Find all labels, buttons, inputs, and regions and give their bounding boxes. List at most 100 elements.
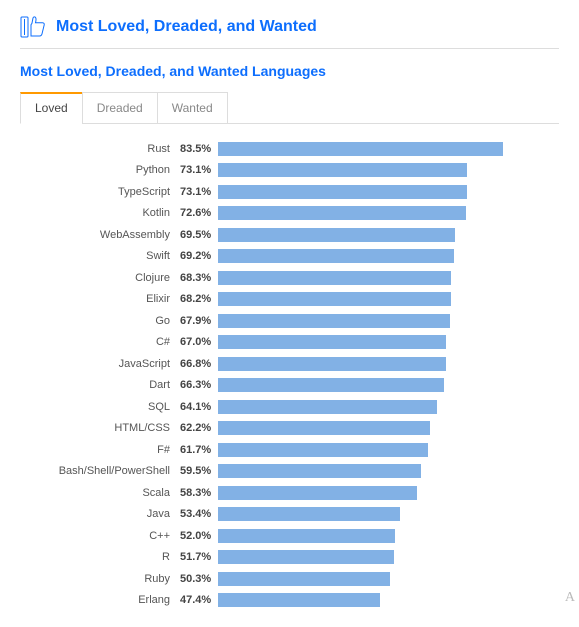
chart-row: Clojure68.3% bbox=[20, 267, 559, 289]
row-value: 66.8% bbox=[180, 358, 218, 370]
chart-row: C++52.0% bbox=[20, 525, 559, 547]
bar-fill bbox=[218, 314, 450, 328]
tab-bar: Loved Dreaded Wanted bbox=[20, 91, 559, 124]
row-value: 52.0% bbox=[180, 530, 218, 542]
row-value: 66.3% bbox=[180, 379, 218, 391]
row-label: WebAssembly bbox=[20, 229, 180, 241]
row-label: JavaScript bbox=[20, 358, 180, 370]
tab-wanted[interactable]: Wanted bbox=[157, 92, 228, 124]
chart-row: HTML/CSS62.2% bbox=[20, 418, 559, 440]
row-value: 51.7% bbox=[180, 551, 218, 563]
tab-label: Dreaded bbox=[97, 101, 143, 115]
row-label: Ruby bbox=[20, 573, 180, 585]
bar-fill bbox=[218, 163, 467, 177]
row-label: Swift bbox=[20, 250, 180, 262]
row-label: HTML/CSS bbox=[20, 422, 180, 434]
tab-dreaded[interactable]: Dreaded bbox=[82, 92, 158, 124]
subsection-title: Most Loved, Dreaded, and Wanted Language… bbox=[20, 63, 559, 79]
row-value: 73.1% bbox=[180, 186, 218, 198]
chart-row: Python73.1% bbox=[20, 160, 559, 182]
bar-fill bbox=[218, 228, 455, 242]
chart-row: Java53.4% bbox=[20, 504, 559, 526]
bar-fill bbox=[218, 142, 503, 156]
bar-fill bbox=[218, 292, 451, 306]
bar-track bbox=[218, 206, 559, 220]
row-label: Kotlin bbox=[20, 207, 180, 219]
row-label: Python bbox=[20, 164, 180, 176]
tab-loved[interactable]: Loved bbox=[20, 92, 83, 124]
bar-track bbox=[218, 228, 559, 242]
chart-row: F#61.7% bbox=[20, 439, 559, 461]
row-label: R bbox=[20, 551, 180, 563]
chart-row: Elixir68.2% bbox=[20, 289, 559, 311]
bar-track bbox=[218, 572, 559, 586]
bar-fill bbox=[218, 593, 380, 607]
row-value: 67.9% bbox=[180, 315, 218, 327]
bar-fill bbox=[218, 550, 394, 564]
footer-letter: A bbox=[565, 590, 575, 606]
row-value: 53.4% bbox=[180, 508, 218, 520]
chart-row: TypeScript73.1% bbox=[20, 181, 559, 203]
row-value: 72.6% bbox=[180, 207, 218, 219]
bar-track bbox=[218, 314, 559, 328]
bar-track bbox=[218, 185, 559, 199]
chart-row: Kotlin72.6% bbox=[20, 203, 559, 225]
row-label: Scala bbox=[20, 487, 180, 499]
row-value: 73.1% bbox=[180, 164, 218, 176]
bar-track bbox=[218, 142, 559, 156]
bar-track bbox=[218, 529, 559, 543]
bar-fill bbox=[218, 249, 454, 263]
bar-track bbox=[218, 593, 559, 607]
chart-row: JavaScript66.8% bbox=[20, 353, 559, 375]
chart-row: Rust83.5% bbox=[20, 138, 559, 160]
bar-fill bbox=[218, 529, 395, 543]
row-label: Dart bbox=[20, 379, 180, 391]
row-value: 68.3% bbox=[180, 272, 218, 284]
chart-row: SQL64.1% bbox=[20, 396, 559, 418]
bar-fill bbox=[218, 400, 437, 414]
bar-track bbox=[218, 357, 559, 371]
bar-fill bbox=[218, 357, 446, 371]
bar-fill bbox=[218, 421, 430, 435]
tab-label: Loved bbox=[35, 101, 68, 115]
bar-track bbox=[218, 163, 559, 177]
row-label: F# bbox=[20, 444, 180, 456]
row-value: 69.5% bbox=[180, 229, 218, 241]
bar-track bbox=[218, 378, 559, 392]
bar-track bbox=[218, 335, 559, 349]
chart-row: Swift69.2% bbox=[20, 246, 559, 268]
row-label: Bash/Shell/PowerShell bbox=[20, 465, 180, 477]
bar-track bbox=[218, 486, 559, 500]
bar-fill bbox=[218, 185, 467, 199]
bar-track bbox=[218, 464, 559, 478]
bar-track bbox=[218, 421, 559, 435]
bar-track bbox=[218, 292, 559, 306]
row-label: Rust bbox=[20, 143, 180, 155]
tab-label: Wanted bbox=[172, 101, 213, 115]
row-label: SQL bbox=[20, 401, 180, 413]
row-label: Java bbox=[20, 508, 180, 520]
row-value: 58.3% bbox=[180, 487, 218, 499]
bar-fill bbox=[218, 378, 444, 392]
row-value: 67.0% bbox=[180, 336, 218, 348]
row-value: 83.5% bbox=[180, 143, 218, 155]
bar-fill bbox=[218, 335, 446, 349]
bar-fill bbox=[218, 443, 428, 457]
chart-row: WebAssembly69.5% bbox=[20, 224, 559, 246]
bar-track bbox=[218, 507, 559, 521]
chart-row: Bash/Shell/PowerShell59.5% bbox=[20, 461, 559, 483]
bar-track bbox=[218, 443, 559, 457]
row-label: Erlang bbox=[20, 594, 180, 606]
row-value: 50.3% bbox=[180, 573, 218, 585]
bar-fill bbox=[218, 572, 390, 586]
bar-fill bbox=[218, 464, 421, 478]
bar-track bbox=[218, 249, 559, 263]
row-label: Go bbox=[20, 315, 180, 327]
chart-row: Scala58.3% bbox=[20, 482, 559, 504]
row-value: 68.2% bbox=[180, 293, 218, 305]
row-label: Elixir bbox=[20, 293, 180, 305]
row-label: Clojure bbox=[20, 272, 180, 284]
chart-row: R51.7% bbox=[20, 547, 559, 569]
bar-fill bbox=[218, 206, 466, 220]
chart-row: Dart66.3% bbox=[20, 375, 559, 397]
